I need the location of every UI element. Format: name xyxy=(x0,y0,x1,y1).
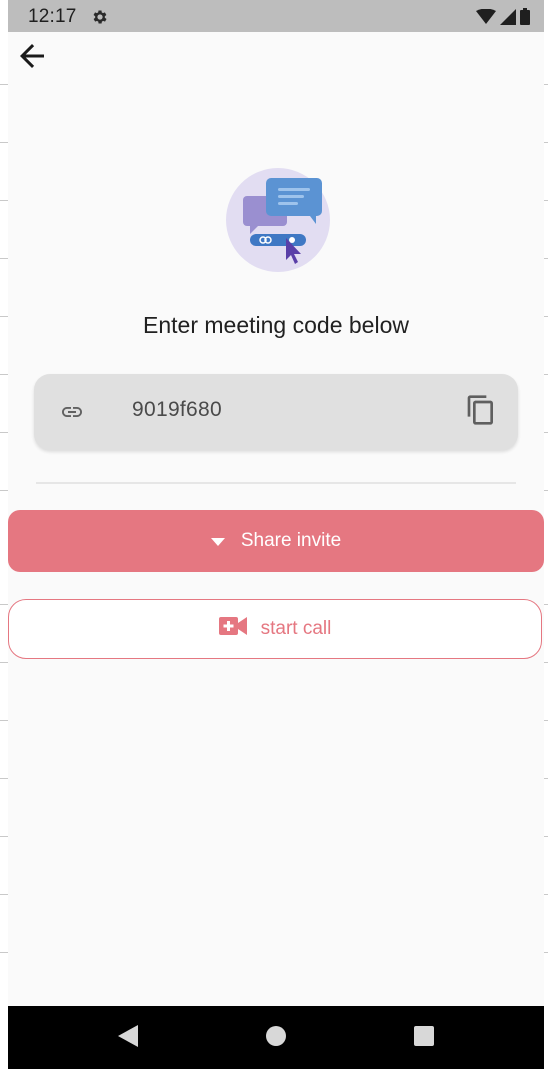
share-invite-label: Share invite xyxy=(240,530,342,551)
edge-tick xyxy=(0,316,8,317)
wifi-icon xyxy=(476,8,496,30)
back-triangle-icon xyxy=(118,1024,138,1052)
edge-tick xyxy=(0,200,8,201)
edge-tick xyxy=(0,604,8,605)
copy-code-button[interactable] xyxy=(464,394,498,430)
status-icons xyxy=(476,8,530,30)
system-nav-bar xyxy=(8,1006,544,1069)
edge-tick xyxy=(0,720,8,721)
status-time: 12:17 xyxy=(28,6,77,27)
edge-tick xyxy=(0,836,8,837)
edge-tick xyxy=(0,432,8,433)
back-button[interactable] xyxy=(12,38,52,78)
signal-icon xyxy=(500,8,516,30)
edge-tick xyxy=(0,374,8,375)
status-bar: 12:17 xyxy=(8,0,544,32)
recents-square-icon xyxy=(413,1025,435,1052)
home-circle-icon xyxy=(265,1025,287,1052)
nav-home-button[interactable] xyxy=(262,1024,290,1052)
edge-tick xyxy=(0,778,8,779)
edge-tick xyxy=(0,142,8,143)
video-call-add-icon xyxy=(218,617,247,641)
edge-tick xyxy=(0,952,8,953)
screen: 12:17 Enter meeting code below 9019f680 … xyxy=(0,0,548,1069)
page-title: Enter meeting code below xyxy=(143,312,409,338)
edge-tick xyxy=(0,84,8,85)
meeting-chat-illustration xyxy=(226,168,330,272)
copy-icon xyxy=(465,393,497,432)
share-invite-button[interactable]: Share invite xyxy=(8,510,544,572)
arrow-back-icon xyxy=(14,38,50,79)
meeting-code-value[interactable]: 9019f680 xyxy=(132,398,222,422)
nav-recents-button[interactable] xyxy=(410,1024,438,1052)
edge-tick xyxy=(0,662,8,663)
start-call-button[interactable]: start call xyxy=(8,599,542,659)
edge-tick xyxy=(0,258,8,259)
battery-icon xyxy=(520,8,530,30)
meeting-code-field[interactable]: 9019f680 xyxy=(34,374,518,450)
edge-tick xyxy=(0,894,8,895)
app-window: 12:17 Enter meeting code below 9019f680 … xyxy=(8,0,544,1069)
arrow-drop-down-icon xyxy=(210,530,225,552)
start-call-label: start call xyxy=(260,618,332,639)
link-icon xyxy=(58,400,86,424)
nav-back-button[interactable] xyxy=(114,1024,142,1052)
divider xyxy=(36,482,516,484)
settings-gear-icon xyxy=(91,8,109,26)
edge-tick xyxy=(0,490,8,491)
